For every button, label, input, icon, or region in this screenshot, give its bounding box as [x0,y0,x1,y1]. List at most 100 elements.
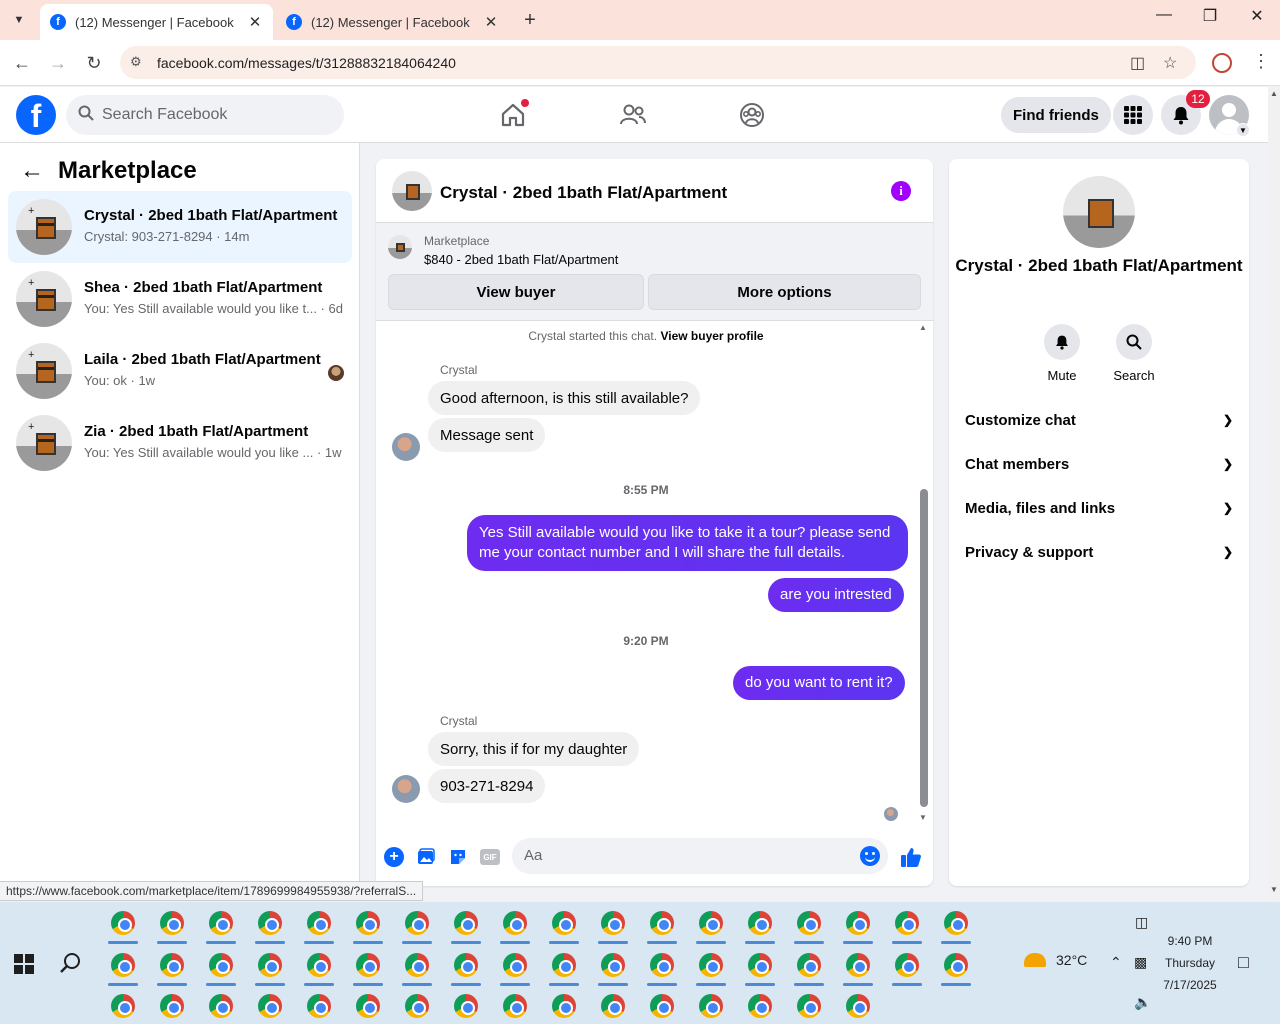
info-icon[interactable]: i [891,181,911,201]
facebook-search[interactable] [66,95,344,135]
windows-start-icon[interactable] [14,954,34,974]
page-scrollbar[interactable]: ▲ ▼ [1268,87,1280,900]
taskbar-chrome-app[interactable] [153,987,191,1024]
media-files-links-section[interactable]: Media, files and links ❯ [965,486,1233,530]
chat-listing-avatar[interactable] [392,171,432,211]
taskbar-chrome-app[interactable] [153,946,191,986]
weather-widget[interactable]: 32°C [1024,952,1087,968]
like-thumb-icon[interactable] [900,846,922,874]
taskbar-chrome-app[interactable] [202,987,240,1024]
taskbar-chrome-app[interactable] [643,904,681,944]
outgoing-message[interactable]: are you intrested [768,578,904,612]
conversation-item[interactable]: + Shea · 2bed 1bath Flat/Apartment You: … [8,263,352,335]
taskbar-day[interactable]: Thursday [1156,956,1224,970]
taskbar-chrome-app[interactable] [447,904,485,944]
browser-profile-icon[interactable] [1212,53,1232,73]
bookmark-star-icon[interactable]: ☆ [1163,53,1177,73]
incoming-message[interactable]: 903-271-8294 [428,769,546,803]
tray-chevron-icon[interactable]: ⌃ [1110,954,1122,971]
network-icon[interactable]: ▩ [1134,954,1147,971]
taskbar-chrome-app[interactable] [202,904,240,944]
close-tab-icon[interactable]: ✕ [483,13,499,31]
chat-members-section[interactable]: Chat members ❯ [965,442,1233,486]
forward-button[interactable]: → [45,50,71,76]
search-input[interactable] [102,106,322,124]
incoming-message[interactable]: Sorry, this if for my daughter [428,732,640,766]
taskbar-chrome-app[interactable] [349,946,387,986]
search-action[interactable]: Search [1094,324,1174,383]
taskbar-chrome-app[interactable] [300,946,338,986]
scrollbar-thumb[interactable] [920,489,928,807]
taskbar-chrome-app[interactable] [447,946,485,986]
restore-button[interactable]: ❐ [1196,6,1224,26]
message-input[interactable] [524,847,844,864]
taskbar-chrome-app[interactable] [398,987,436,1024]
taskbar-chrome-app[interactable] [790,946,828,986]
gif-icon[interactable]: GIF [480,849,500,865]
browser-tab[interactable]: f (12) Messenger | Facebook ✕ [276,4,509,40]
taskbar-chrome-app[interactable] [741,987,779,1024]
taskbar-chrome-app[interactable] [349,987,387,1024]
taskbar-chrome-app[interactable] [398,904,436,944]
notification-center-icon[interactable]: □ [1238,952,1249,973]
taskbar-chrome-app[interactable] [643,987,681,1024]
taskbar-chrome-app[interactable] [888,904,926,944]
info-listing-avatar[interactable] [1063,176,1135,248]
taskbar-chrome-app[interactable] [251,904,289,944]
conversation-item[interactable]: + Zia · 2bed 1bath Flat/Apartment You: Y… [8,407,352,479]
taskbar-chrome-app[interactable] [251,946,289,986]
taskbar-chrome-app[interactable] [839,946,877,986]
message-scrollbar[interactable]: ▲ ▼ [917,321,929,826]
taskbar-chrome-app[interactable] [692,987,730,1024]
find-friends-button[interactable]: Find friends [1001,97,1111,133]
taskbar-chrome-app[interactable] [937,904,975,944]
taskbar-chrome-app[interactable] [692,946,730,986]
browser-menu-icon[interactable]: ⋮ [1252,51,1270,72]
scroll-down-arrow-icon[interactable]: ▼ [919,813,927,822]
taskbar-chrome-app[interactable] [104,987,142,1024]
device-icon[interactable]: ◫ [1135,914,1148,931]
taskbar-chrome-app[interactable] [104,946,142,986]
sender-avatar[interactable] [392,433,420,461]
scroll-up-arrow-icon[interactable]: ▲ [919,323,927,332]
browser-tab-active[interactable]: f (12) Messenger | Facebook ✕ [40,4,273,40]
taskbar-chrome-app[interactable] [300,904,338,944]
conversation-item[interactable]: + Laila · 2bed 1bath Flat/Apartment You:… [8,335,352,407]
outgoing-message[interactable]: do you want to rent it? [733,666,905,700]
taskbar-chrome-app[interactable] [447,987,485,1024]
conversation-item[interactable]: + Crystal · 2bed 1bath Flat/Apartment Cr… [8,191,352,263]
listing-title[interactable]: $840 - 2bed 1bath Flat/Apartment [424,252,618,267]
incoming-message[interactable]: Message sent [428,418,546,452]
incoming-message[interactable]: Good afternoon, is this still available? [428,381,701,415]
chat-title[interactable]: Crystal · 2bed 1bath Flat/Apartment [440,183,727,203]
mute-action[interactable]: Mute [1022,324,1102,383]
minimize-button[interactable]: — [1150,6,1178,24]
taskbar-chrome-app[interactable] [349,904,387,944]
close-window-button[interactable]: ✕ [1243,6,1271,26]
account-chevron-icon[interactable]: ▼ [1236,123,1250,137]
customize-chat-section[interactable]: Customize chat ❯ [965,398,1233,442]
photo-icon[interactable] [416,847,436,867]
site-info-icon[interactable]: ⚙ [130,54,142,70]
plus-icon[interactable]: + [384,847,404,867]
home-nav-icon[interactable] [497,99,529,131]
taskbar-chrome-app[interactable] [300,987,338,1024]
more-options-button[interactable]: More options [648,274,921,310]
back-arrow-icon[interactable]: ← [20,157,44,185]
taskbar-search-icon[interactable] [60,952,82,980]
search-icon[interactable] [1116,324,1152,360]
taskbar-chrome-app[interactable] [251,987,289,1024]
scroll-down-arrow-icon[interactable]: ▼ [1270,885,1278,894]
reload-button[interactable]: ↻ [81,50,107,76]
taskbar-chrome-app[interactable] [496,904,534,944]
back-button[interactable]: ← [9,50,35,76]
taskbar-chrome-app[interactable] [594,987,632,1024]
privacy-support-section[interactable]: Privacy & support ❯ [965,530,1233,574]
taskbar-chrome-app[interactable] [839,904,877,944]
taskbar-chrome-app[interactable] [104,904,142,944]
taskbar-chrome-app[interactable] [496,987,534,1024]
taskbar-chrome-app[interactable] [937,946,975,986]
taskbar-chrome-app[interactable] [839,987,877,1024]
taskbar-chrome-app[interactable] [545,946,583,986]
outgoing-message[interactable]: Yes Still available would you like to ta… [467,515,908,571]
